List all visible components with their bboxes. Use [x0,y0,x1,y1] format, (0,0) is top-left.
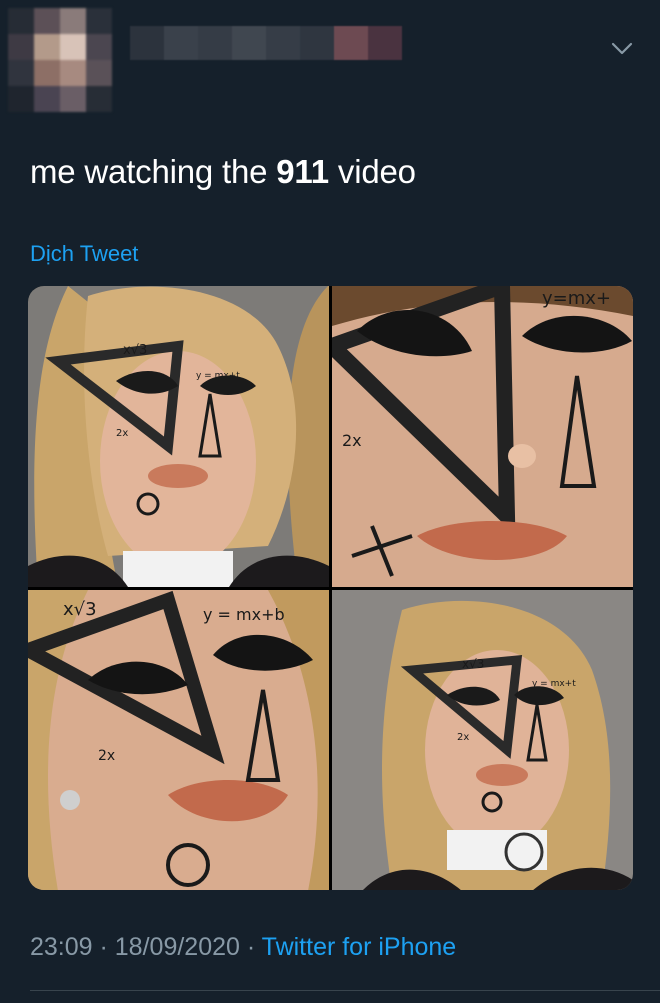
media-image: x√3 y = mx+b 2x [28,590,329,890]
media-tile-1[interactable]: x√3 y = mx+t 2x [28,286,329,587]
tile-label-top: y=mx+ [542,288,611,309]
tile-label-top: x√3 [123,343,147,358]
tile-label-side: 2x [116,428,128,439]
tile-label-top: x√3 [462,657,484,671]
media-image: y=mx+ 2x [332,286,633,587]
tile-label-side: 2x [98,748,115,764]
tweet-detail: me watching the 911 video Dịch Tweet x√3… [0,0,660,1003]
tweet-text: me watching the 911 video [30,150,416,194]
tweet-text-bold: 911 [276,153,329,190]
chevron-down-icon[interactable] [610,36,634,60]
tile-label-eq: y = mx+b [203,605,285,624]
tweet-text-prefix: me watching the [30,153,277,190]
tweet-source-link[interactable]: Twitter for iPhone [262,933,457,961]
author-name-pixelated[interactable] [130,26,402,60]
tweet-meta: 23:09 · 18/09/2020 · Twitter for iPhone [30,930,456,964]
media-image: x√3 y = mx+t 2x [332,590,633,890]
tweet-time: 23:09 [30,933,93,961]
tile-label-side: 2x [457,732,469,743]
avatar[interactable] [8,8,112,112]
tweet-date: 18/09/2020 [114,933,240,961]
divider [30,990,660,991]
tile-label-side: 2x [342,431,362,450]
translate-tweet-link[interactable]: Dịch Tweet [30,240,138,268]
tile-label-eq: y = mx+t [532,679,576,689]
media-tile-3[interactable]: x√3 y = mx+b 2x [28,590,329,890]
tile-label-top: x√3 [63,599,97,620]
meta-separator: · [92,933,115,961]
media-image: x√3 y = mx+t 2x [28,286,329,587]
tile-label-eq: y = mx+t [196,371,240,381]
meta-separator: · [239,933,262,961]
tweet-text-suffix: video [328,153,416,190]
media-tile-2[interactable]: y=mx+ 2x [332,286,633,587]
media-tile-4[interactable]: x√3 y = mx+t 2x [332,590,633,890]
tweet-media-grid[interactable]: x√3 y = mx+t 2x y=mx+ 2x x√3 y = mx+b 2x… [28,286,633,890]
tweet-author-row [0,0,660,120]
